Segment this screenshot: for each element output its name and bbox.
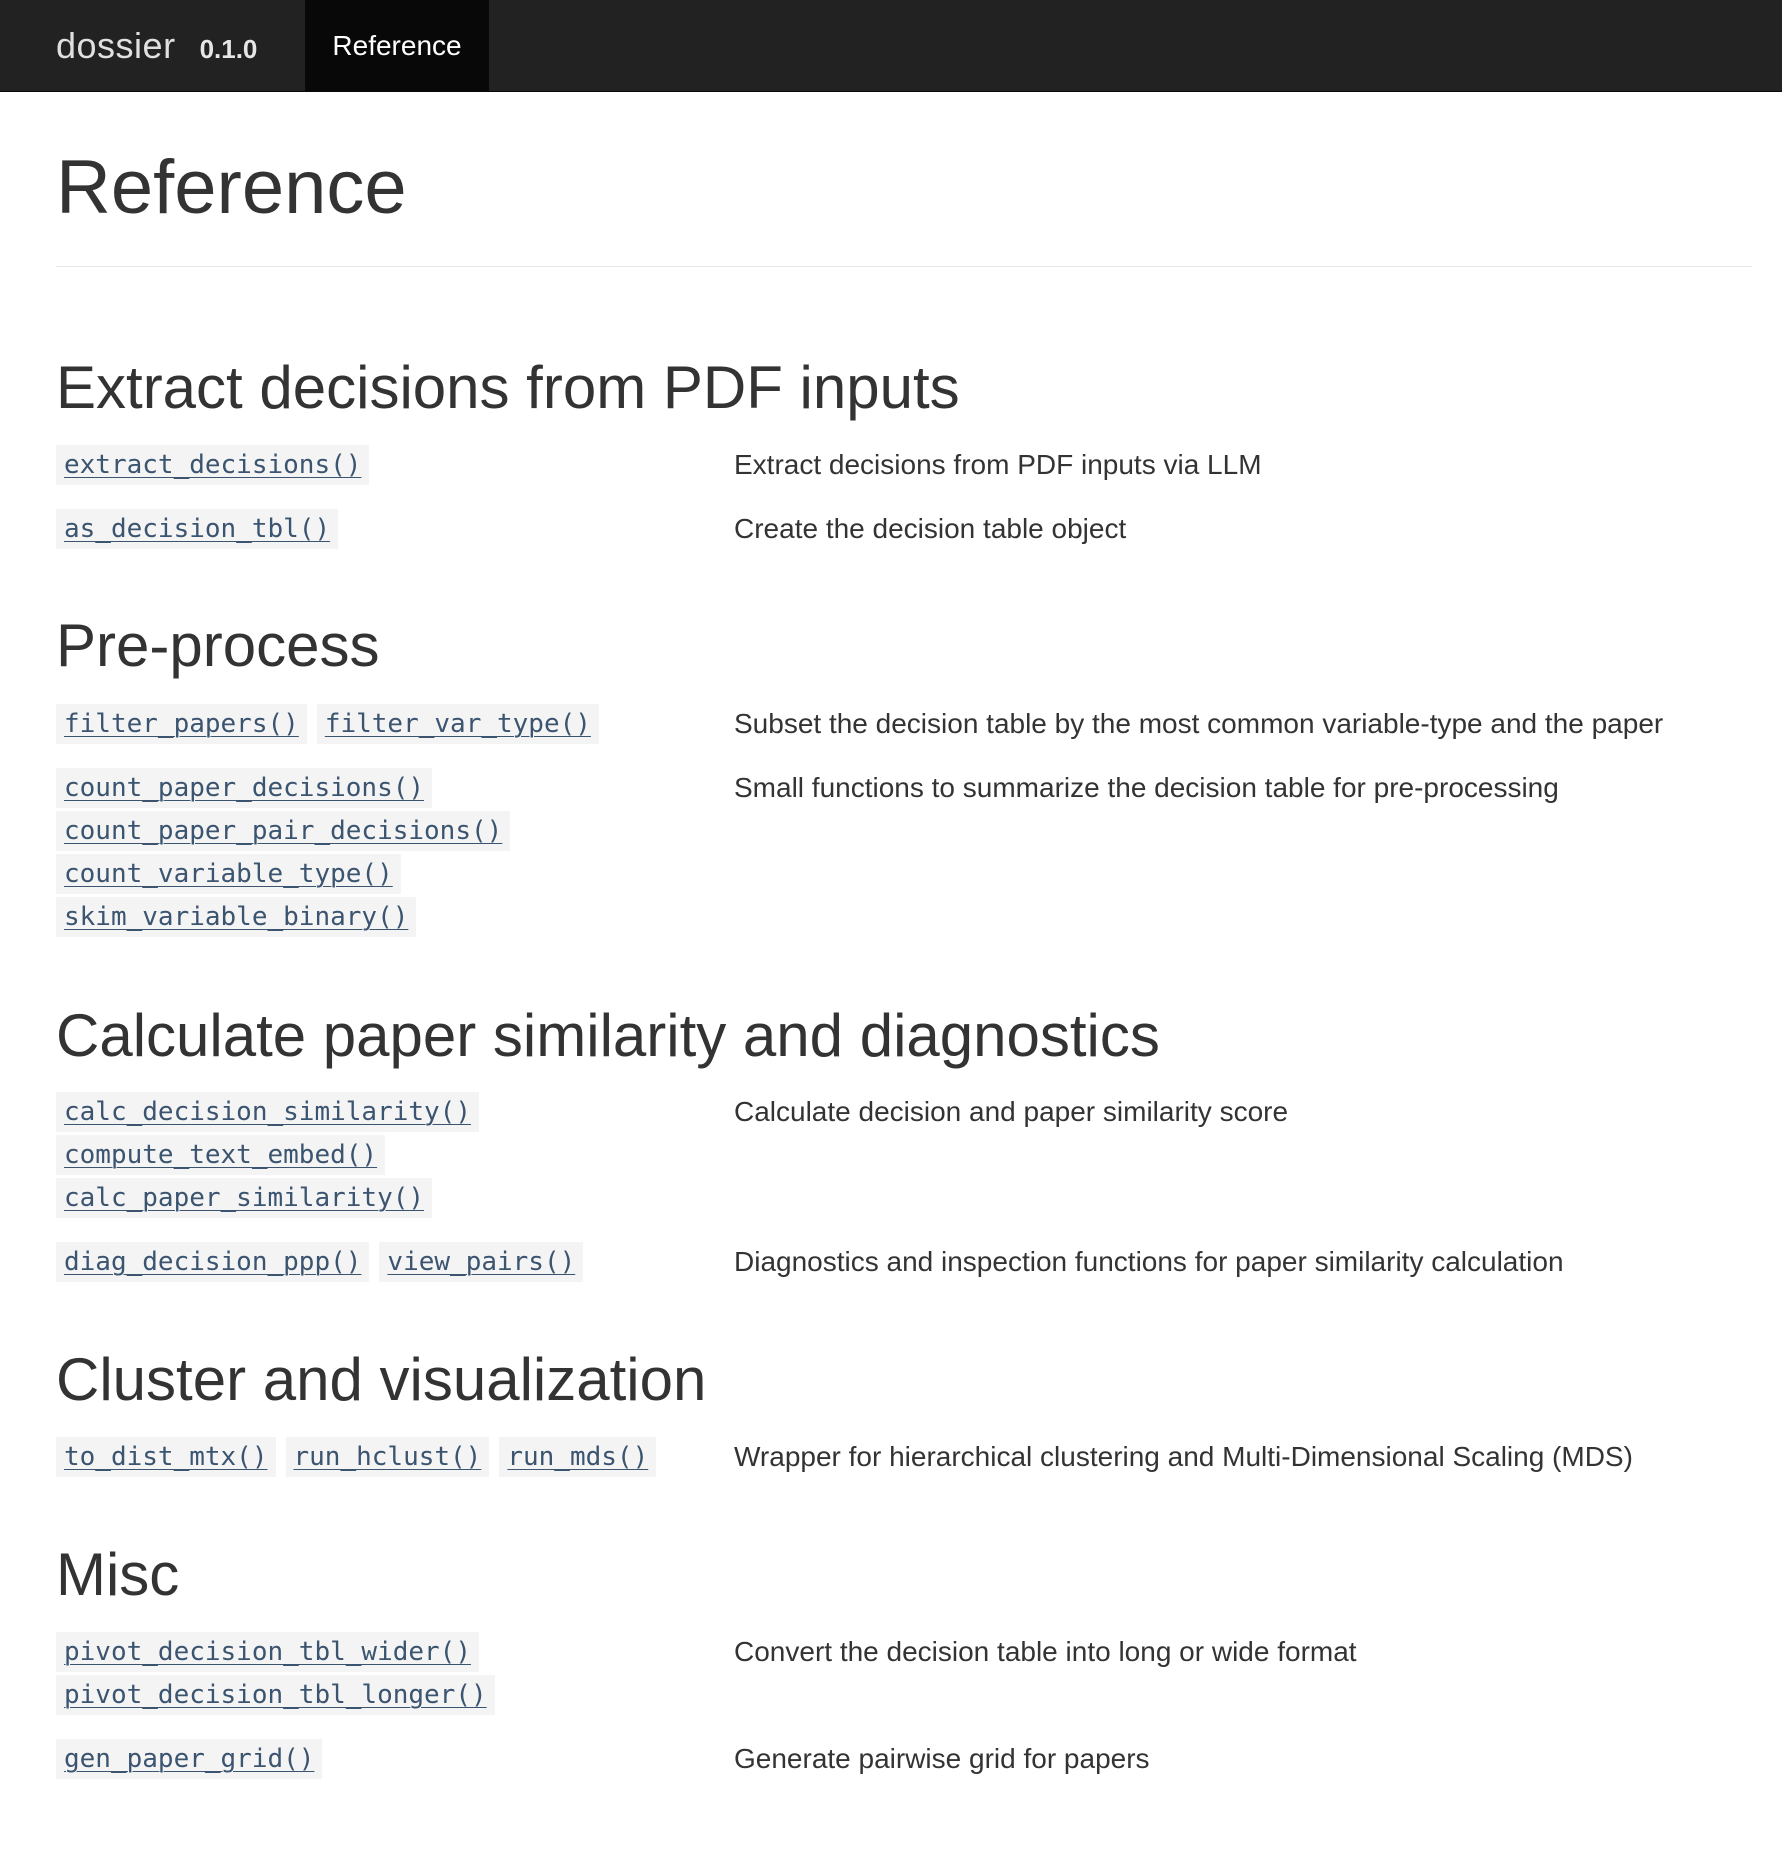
function-link[interactable]: run_hclust() xyxy=(285,1436,490,1477)
function-description: Convert the decision table into long or … xyxy=(734,1636,1357,1667)
function-description: Wrapper for hierarchical clustering and … xyxy=(734,1441,1633,1472)
function-description: Create the decision table object xyxy=(734,513,1127,544)
function-link[interactable]: count_paper_decisions() xyxy=(56,767,433,808)
section-heading: Extract decisions from PDF inputs xyxy=(56,354,960,421)
section-heading: Pre-process xyxy=(56,612,380,679)
function-link[interactable]: extract_decisions() xyxy=(56,444,370,485)
function-link[interactable]: count_paper_pair_decisions() xyxy=(56,810,511,851)
function-description: Calculate decision and paper similarity … xyxy=(734,1096,1289,1127)
function-link[interactable]: skim_variable_binary() xyxy=(56,896,417,937)
nav-tab-reference[interactable]: Reference xyxy=(305,0,489,91)
function-link[interactable]: calc_paper_similarity() xyxy=(56,1177,433,1218)
function-link[interactable]: filter_papers() xyxy=(56,703,307,744)
function-link[interactable]: pivot_decision_tbl_longer() xyxy=(56,1674,495,1715)
function-link[interactable]: gen_paper_grid() xyxy=(56,1738,323,1779)
version-badge: 0.1.0 xyxy=(199,33,258,64)
title-divider xyxy=(56,266,1752,267)
section-heading: Cluster and visualization xyxy=(56,1346,707,1413)
function-link[interactable]: view_pairs() xyxy=(379,1241,584,1282)
function-link[interactable]: pivot_decision_tbl_wider() xyxy=(56,1631,479,1672)
function-link[interactable]: count_variable_type() xyxy=(56,853,401,894)
section-heading: Calculate paper similarity and diagnosti… xyxy=(56,1002,1160,1069)
brand-name[interactable]: dossier xyxy=(56,25,176,67)
function-link[interactable]: filter_var_type() xyxy=(316,703,599,744)
function-link[interactable]: compute_text_embed() xyxy=(56,1134,386,1175)
function-link[interactable]: diag_decision_ppp() xyxy=(56,1241,370,1282)
function-description: Extract decisions from PDF inputs via LL… xyxy=(734,449,1262,480)
function-link[interactable]: as_decision_tbl() xyxy=(56,508,339,549)
brand[interactable]: dossier 0.1.0 xyxy=(56,0,257,92)
function-description: Generate pairwise grid for papers xyxy=(734,1743,1150,1774)
navbar: dossier 0.1.0 Reference xyxy=(0,0,1782,92)
section-heading: Misc xyxy=(56,1541,180,1608)
function-description: Diagnostics and inspection functions for… xyxy=(734,1246,1564,1277)
function-description: Small functions to summarize the decisio… xyxy=(734,772,1559,803)
function-description: Subset the decision table by the most co… xyxy=(734,708,1664,739)
page-title: Reference xyxy=(56,145,407,230)
function-link[interactable]: run_mds() xyxy=(499,1436,657,1477)
function-link[interactable]: to_dist_mtx() xyxy=(56,1436,276,1477)
function-link[interactable]: calc_decision_similarity() xyxy=(56,1091,479,1132)
